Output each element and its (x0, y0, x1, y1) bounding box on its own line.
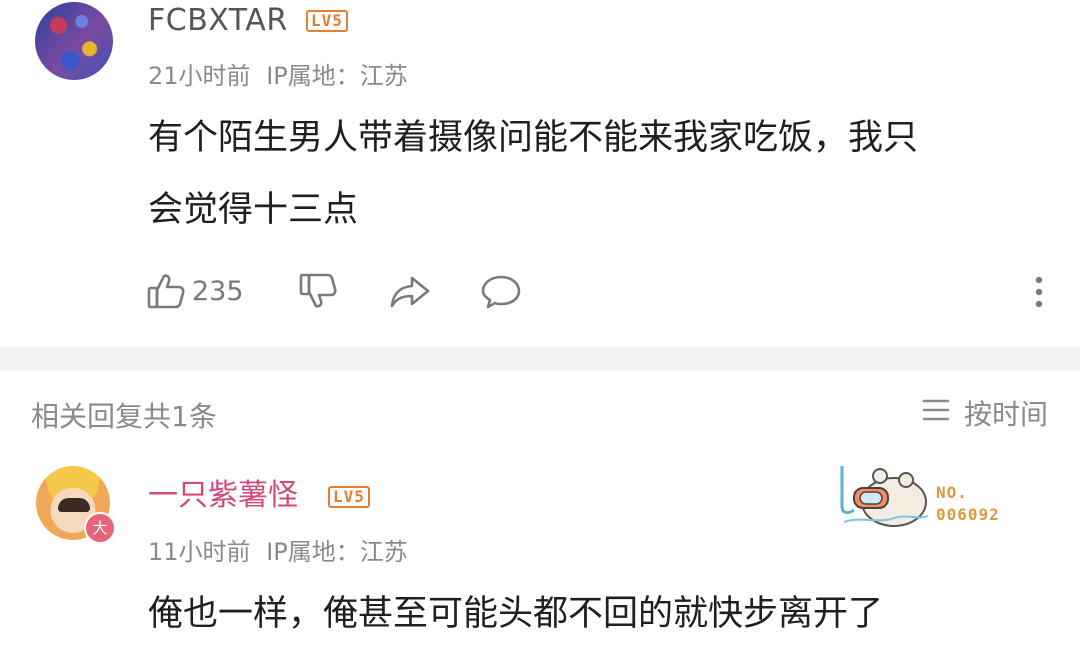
like-button[interactable]: 235 (146, 268, 244, 314)
share-icon (388, 271, 432, 311)
level-badge: LV5 (306, 10, 348, 32)
level-badge: LV5 (328, 486, 370, 508)
reply-time: 11小时前 (148, 538, 251, 566)
avatar[interactable] (35, 2, 113, 80)
more-vertical-icon[interactable] (1032, 272, 1046, 316)
reply-meta: 11小时前 IP属地：江苏 (148, 532, 408, 567)
like-count: 235 (192, 275, 244, 307)
menu-lines-icon (922, 397, 950, 430)
comment-text: 有个陌生男人带着摄像问能不能来我家吃饭，我只 会觉得十三点 (148, 102, 918, 246)
vip-badge: 大 (84, 512, 116, 544)
section-divider (0, 347, 1080, 371)
reply-avatar[interactable]: 大 (36, 466, 116, 544)
fan-medal: NO. 006092 (832, 458, 1032, 534)
comment-text-line: 有个陌生男人带着摄像问能不能来我家吃饭，我只 (148, 118, 919, 158)
replies-header: 相关回复共1条 按时间 (0, 371, 1080, 457)
reply-button[interactable] (480, 268, 522, 314)
dislike-button[interactable] (298, 268, 338, 314)
reply-text: 俺也一样，俺甚至可能头都不回的就快步离开了 (148, 594, 884, 634)
comment-username[interactable]: FCBXTAR (148, 2, 288, 40)
comment-text-line: 会觉得十三点 (148, 190, 359, 230)
comment-icon (480, 271, 522, 311)
sort-label: 按时间 (963, 398, 1048, 431)
replies-count: 相关回复共1条 (31, 400, 217, 433)
comment-time: 21小时前 (148, 62, 251, 90)
medal-illustration-icon (840, 466, 929, 527)
thumbs-up-icon (146, 271, 186, 311)
comment-meta: 21小时前 IP属地：江苏 (148, 56, 408, 91)
thumbs-down-icon (298, 271, 338, 311)
comment-actions: 235 (146, 268, 1046, 314)
main-comment: FCBXTAR LV5 21小时前 IP属地：江苏 有个陌生男人带着摄像问能不能… (0, 0, 1080, 347)
share-button[interactable] (388, 268, 432, 314)
sort-toggle[interactable]: 按时间 (922, 393, 1048, 433)
medal-number: NO. 006092 (936, 483, 1000, 524)
reply-username[interactable]: 一只紫薯怪 (148, 476, 298, 516)
comment-ip-location: IP属地：江苏 (266, 62, 408, 90)
reply-ip-location: IP属地：江苏 (266, 538, 408, 566)
